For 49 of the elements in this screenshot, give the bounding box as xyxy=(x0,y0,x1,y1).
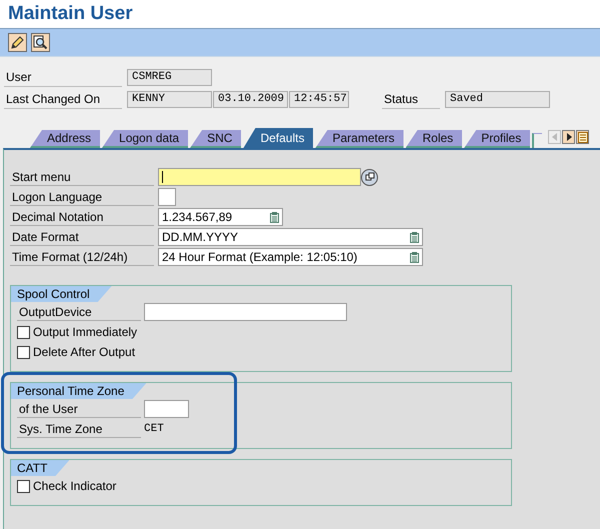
checkbox[interactable] xyxy=(17,346,30,358)
input-field[interactable] xyxy=(144,400,189,418)
checkbox-label: Delete After Output xyxy=(33,345,136,359)
input-field[interactable] xyxy=(158,168,361,186)
checkbox[interactable] xyxy=(17,326,30,338)
dropdown-field[interactable]: DD.MM.YYYY xyxy=(158,228,423,246)
window-title: Maintain User xyxy=(8,3,133,25)
checkbox-label: Output Immediately xyxy=(33,325,138,339)
tab[interactable]: Profiles xyxy=(464,130,530,148)
field-label: Start menu xyxy=(10,168,154,186)
date-field: 03.10.2009 xyxy=(213,91,288,108)
field-label: Status xyxy=(382,90,440,109)
pencil-icon[interactable] xyxy=(8,33,27,52)
field-label: Sys. Time Zone xyxy=(17,420,141,438)
dropdown-field[interactable]: 1.234.567,89 xyxy=(158,208,283,226)
clipboard-icon[interactable] xyxy=(270,212,279,222)
field-label: Date Format xyxy=(10,228,154,246)
field-label: of the User xyxy=(17,400,141,418)
field-label: User xyxy=(4,68,122,87)
group-title: Personal Time Zone xyxy=(11,383,146,399)
group-title: Spool Control xyxy=(11,286,112,302)
tab[interactable]: Roles xyxy=(406,130,462,148)
clipboard-icon[interactable] xyxy=(410,252,419,262)
tab-list-icon[interactable] xyxy=(576,130,590,144)
field-label: Decimal Notation xyxy=(10,208,154,226)
time-field: 12:45:57 xyxy=(289,91,349,108)
clipboard-icon[interactable] xyxy=(410,232,419,242)
field-label: Time Format (12/24h) xyxy=(10,248,154,266)
input-field[interactable] xyxy=(144,303,347,321)
scroll-right-icon[interactable] xyxy=(562,130,576,144)
field-value: CET xyxy=(144,423,164,435)
status-field: Saved xyxy=(445,91,550,108)
tab[interactable]: Defaults xyxy=(243,128,314,148)
checkbox[interactable] xyxy=(17,480,30,492)
tab[interactable]: SNC xyxy=(190,130,242,148)
field-label: Logon Language xyxy=(10,188,154,206)
tab[interactable]: Parameters xyxy=(315,130,404,148)
user-field: CSMREG xyxy=(127,69,212,86)
field-label: Last Changed On xyxy=(4,90,122,109)
checkbox-label: Check Indicator xyxy=(33,479,116,493)
tab[interactable]: Logon data xyxy=(102,130,188,148)
input-field[interactable] xyxy=(158,188,176,206)
dropdown-field[interactable]: 24 Hour Format (Example: 12:05:10) xyxy=(158,248,423,266)
group-title: CATT xyxy=(11,460,70,476)
field-label: OutputDevice xyxy=(17,304,141,320)
magnifier-icon[interactable] xyxy=(31,33,50,52)
tab[interactable]: Address xyxy=(30,130,100,148)
value-help-icon[interactable] xyxy=(361,168,378,186)
changed-by-field: KENNY xyxy=(127,91,212,108)
